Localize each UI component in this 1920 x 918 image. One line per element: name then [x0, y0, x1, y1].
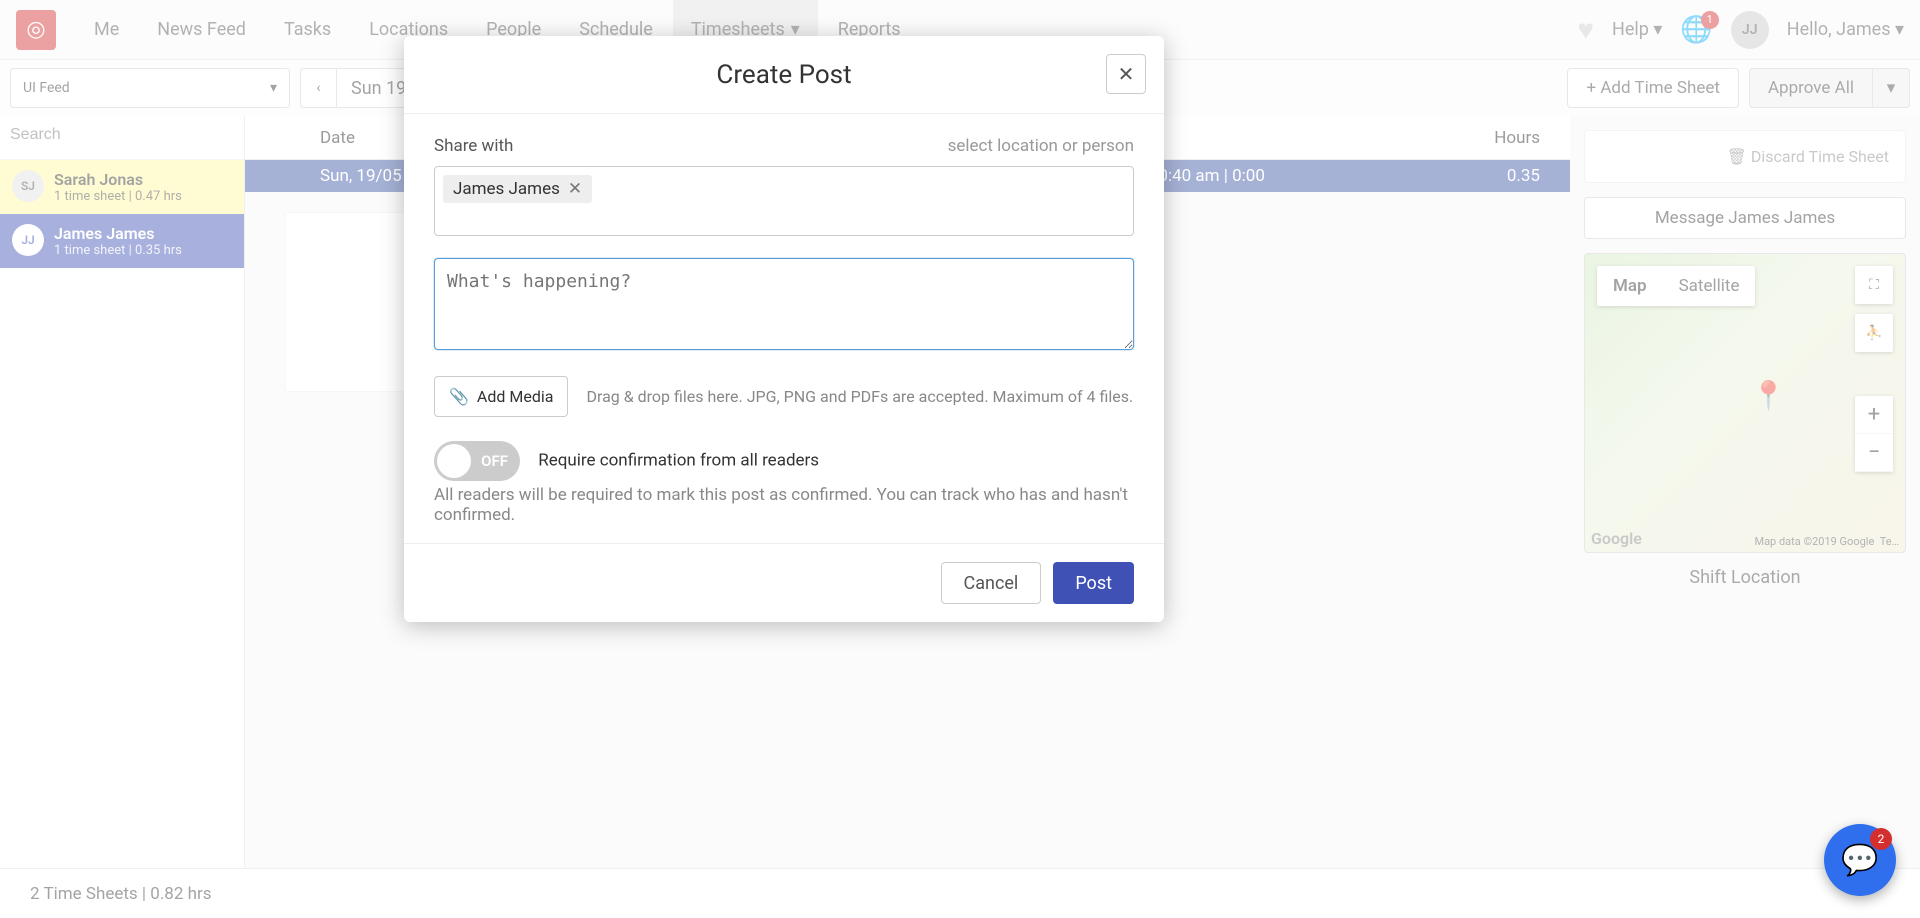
create-post-modal: Create Post ✕ Share with select location…	[404, 36, 1164, 622]
confirm-heading: Require confirmation from all readers	[538, 450, 819, 470]
chat-icon: 💬	[1841, 843, 1878, 878]
tag-label: James James	[453, 179, 560, 199]
share-with-label: Share with	[434, 136, 513, 156]
post-button[interactable]: Post	[1053, 562, 1134, 604]
confirm-sub: All readers will be required to mark thi…	[434, 485, 1134, 525]
close-icon: ✕	[1118, 62, 1135, 86]
require-confirmation-toggle[interactable]: OFF	[434, 441, 520, 481]
post-body-textarea[interactable]	[434, 258, 1134, 350]
modal-header: Create Post ✕	[404, 36, 1164, 114]
share-with-input[interactable]: James James ✕	[434, 166, 1134, 236]
share-hint: select location or person	[948, 136, 1134, 156]
share-tag: James James ✕	[443, 175, 592, 203]
chat-badge: 2	[1870, 828, 1892, 850]
add-media-label: Add Media	[477, 387, 554, 406]
chat-fab[interactable]: 💬 2	[1824, 824, 1896, 896]
media-hint: Drag & drop files here. JPG, PNG and PDF…	[586, 387, 1133, 406]
modal-title: Create Post	[716, 60, 851, 90]
modal-body: Share with select location or person Jam…	[404, 114, 1164, 543]
add-media-button[interactable]: 📎 Add Media	[434, 376, 568, 417]
paperclip-icon: 📎	[449, 387, 469, 406]
close-button[interactable]: ✕	[1106, 54, 1146, 94]
toggle-knob	[437, 444, 471, 478]
toggle-state: OFF	[481, 452, 508, 470]
cancel-button[interactable]: Cancel	[941, 562, 1042, 604]
remove-tag-button[interactable]: ✕	[568, 179, 582, 199]
modal-footer: Cancel Post	[404, 543, 1164, 622]
